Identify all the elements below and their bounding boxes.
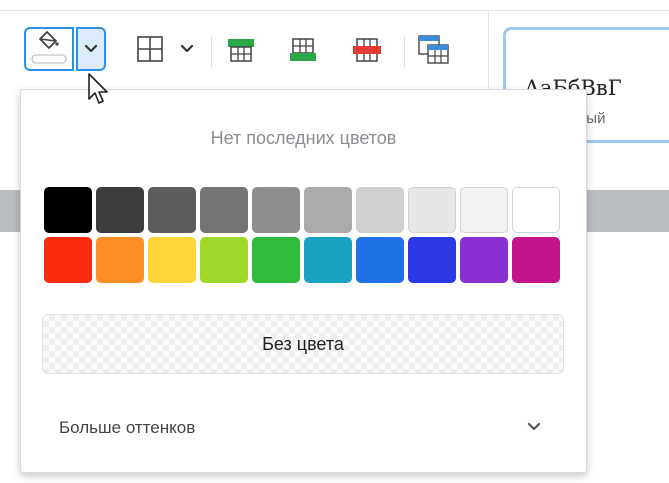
color-swatch[interactable] <box>408 187 456 233</box>
no-color-label: Без цвета <box>262 333 344 354</box>
color-palette <box>44 187 565 287</box>
chevron-down-icon <box>180 44 194 53</box>
color-swatch[interactable] <box>96 237 144 283</box>
fill-color-dropdown-arrow[interactable] <box>76 27 106 71</box>
color-swatch[interactable] <box>200 237 248 283</box>
color-swatch[interactable] <box>304 187 352 233</box>
fill-color-popup: Нет последних цветов Без цвета Больше от… <box>20 89 587 473</box>
color-swatch[interactable] <box>252 237 300 283</box>
no-recent-colors-label: Нет последних цветов <box>210 128 397 148</box>
borders-button[interactable] <box>124 32 204 66</box>
chevron-down-icon <box>84 44 98 53</box>
cell-format-button[interactable] <box>414 32 454 68</box>
borders-icon <box>137 36 163 62</box>
toolbar-separator <box>211 36 212 68</box>
table-format-blue-icon <box>418 35 449 64</box>
mouse-pointer-icon <box>88 73 108 104</box>
color-swatch[interactable] <box>356 237 404 283</box>
color-swatch[interactable] <box>148 187 196 233</box>
table-insert-green-icon <box>228 39 254 62</box>
color-swatch[interactable] <box>356 187 404 233</box>
color-swatch[interactable] <box>148 237 196 283</box>
color-swatch[interactable] <box>44 237 92 283</box>
fill-color-main-button[interactable] <box>24 27 74 71</box>
color-swatch[interactable] <box>460 187 508 233</box>
color-swatch[interactable] <box>252 187 300 233</box>
color-swatch[interactable] <box>200 187 248 233</box>
no-color-button[interactable]: Без цвета <box>42 314 564 374</box>
toolbar-top-edge <box>0 0 669 11</box>
delete-row-button[interactable] <box>350 34 384 66</box>
toolbar-separator <box>404 36 405 68</box>
color-swatch[interactable] <box>512 237 560 283</box>
fill-color-button[interactable] <box>24 27 106 71</box>
color-swatch[interactable] <box>304 237 352 283</box>
color-swatch[interactable] <box>512 187 560 233</box>
insert-row-below-button[interactable] <box>286 34 320 66</box>
palette-row-grays <box>44 187 565 233</box>
paint-bucket-icon <box>31 31 67 64</box>
color-swatch[interactable] <box>408 237 456 283</box>
palette-row-colors <box>44 237 565 283</box>
table-insert-green-icon <box>290 38 316 61</box>
color-swatch[interactable] <box>460 237 508 283</box>
chevron-down-icon[interactable] <box>525 420 543 434</box>
insert-row-above-button[interactable] <box>224 34 258 66</box>
more-shades-label[interactable]: Больше оттенков <box>59 418 195 438</box>
color-swatch[interactable] <box>44 187 92 233</box>
table-delete-red-icon <box>353 38 381 62</box>
color-swatch[interactable] <box>96 187 144 233</box>
